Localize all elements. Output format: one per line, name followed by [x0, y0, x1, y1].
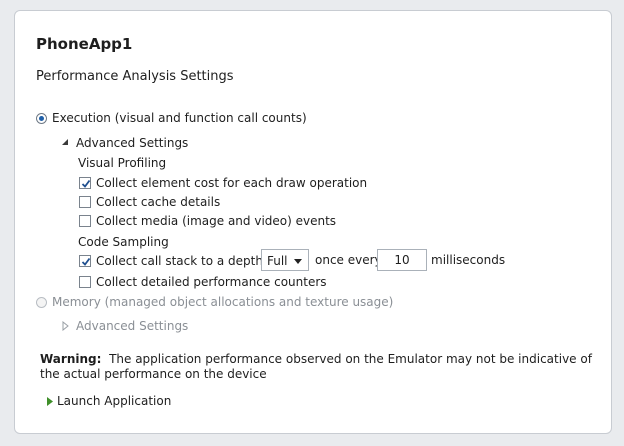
once-every-label: once every: [315, 253, 382, 267]
stack-depth-value: Full: [267, 254, 288, 268]
execution-advanced-settings[interactable]: Advanced Settings: [76, 136, 188, 150]
warning-message: Warning: The application performance obs…: [40, 352, 600, 382]
code-sampling-heading: Code Sampling: [78, 235, 169, 249]
memory-label[interactable]: Memory (managed object allocations and t…: [52, 295, 393, 309]
launch-application-link[interactable]: Launch Application: [57, 394, 171, 408]
memory-radio[interactable]: [36, 297, 47, 308]
warning-prefix: Warning:: [40, 352, 102, 366]
checkmark-icon: [81, 257, 91, 266]
call-stack-checkbox[interactable]: [79, 255, 91, 267]
visual-profiling-heading: Visual Profiling: [78, 156, 167, 170]
interval-input[interactable]: [377, 249, 427, 271]
checkmark-icon: [81, 179, 91, 188]
app-title: PhoneApp1: [36, 35, 133, 53]
detailed-counters-checkbox[interactable]: [79, 276, 91, 288]
warning-text: The application performance observed on …: [40, 352, 592, 381]
stack-depth-select[interactable]: Full: [261, 249, 309, 271]
execution-radio[interactable]: [36, 113, 47, 124]
chevron-down-icon: [294, 259, 302, 264]
play-icon[interactable]: [46, 396, 54, 407]
settings-panel: PhoneApp1 Performance Analysis Settings …: [14, 10, 612, 434]
triangle-down-icon[interactable]: [61, 138, 69, 146]
cache-details-label[interactable]: Collect cache details: [96, 195, 220, 209]
memory-advanced-settings[interactable]: Advanced Settings: [76, 319, 188, 333]
execution-label[interactable]: Execution (visual and function call coun…: [52, 111, 307, 125]
media-events-label[interactable]: Collect media (image and video) events: [96, 214, 336, 228]
detailed-counters-label[interactable]: Collect detailed performance counters: [96, 275, 327, 289]
milliseconds-label: milliseconds: [431, 253, 506, 267]
section-title: Performance Analysis Settings: [36, 69, 234, 84]
media-events-checkbox[interactable]: [79, 215, 91, 227]
call-stack-label[interactable]: Collect call stack to a depth of: [96, 254, 278, 268]
triangle-right-icon[interactable]: [62, 321, 70, 331]
element-cost-checkbox[interactable]: [79, 177, 91, 189]
element-cost-label[interactable]: Collect element cost for each draw opera…: [96, 176, 367, 190]
cache-details-checkbox[interactable]: [79, 196, 91, 208]
